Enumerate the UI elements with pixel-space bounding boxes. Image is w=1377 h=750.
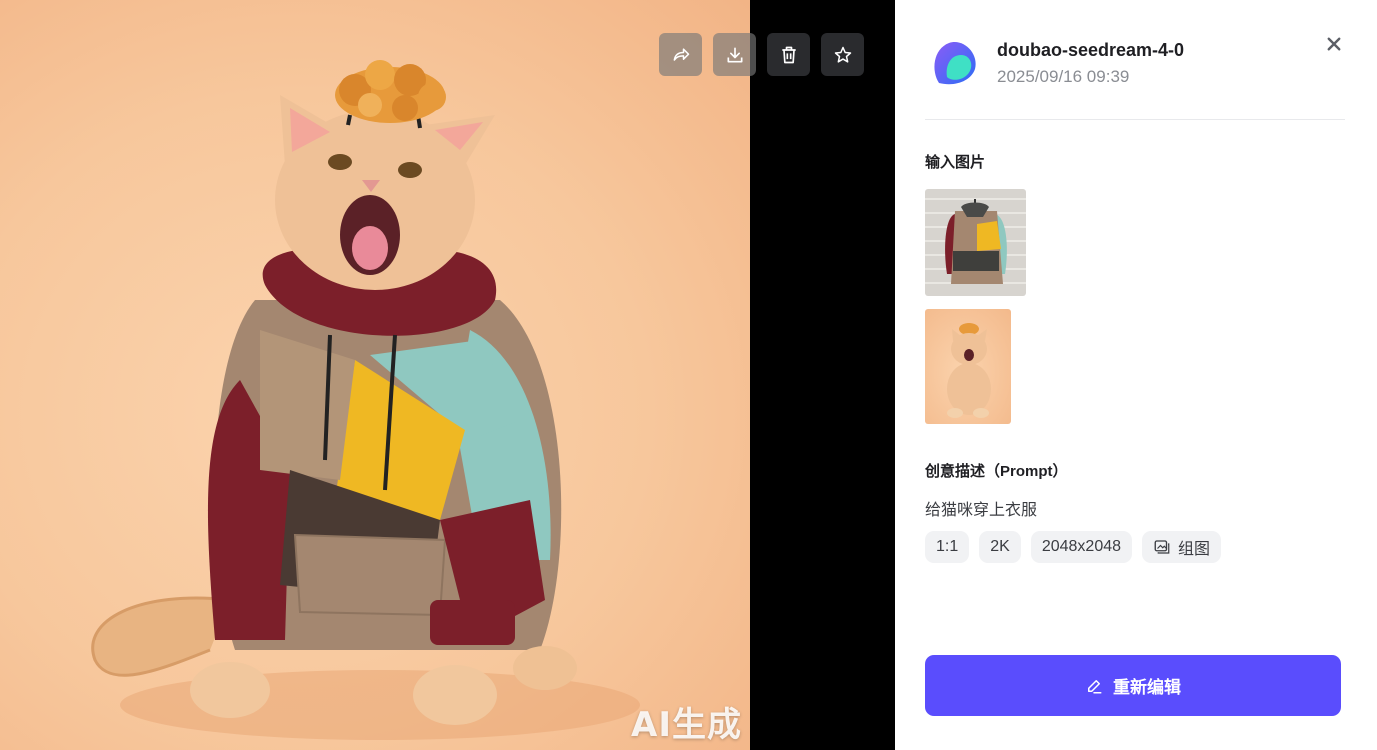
favorite-button[interactable]: [821, 33, 864, 76]
model-header: doubao-seedream-4-0 2025/09/16 09:39: [925, 33, 1184, 93]
edit-pencil-icon: [1088, 679, 1102, 693]
input-image-hoodie[interactable]: [925, 189, 1026, 296]
download-icon: [727, 47, 742, 63]
cat-illustration: [91, 60, 640, 740]
generation-params: 1:1 2K 2048x2048 组图: [925, 531, 1222, 563]
group-tag: 组图: [1142, 531, 1222, 563]
close-button[interactable]: [1323, 33, 1345, 55]
size-tag: 2048x2048: [1030, 531, 1133, 563]
model-name: doubao-seedream-4-0: [997, 39, 1185, 60]
generated-image[interactable]: AI生成: [0, 0, 750, 750]
image-toolbar: [659, 33, 864, 76]
close-icon: [1327, 37, 1341, 51]
star-icon: [834, 46, 851, 63]
ratio-tag: 1:1: [925, 531, 970, 563]
reedit-button[interactable]: 重新编辑: [925, 655, 1341, 716]
image-group-icon: [1154, 540, 1170, 554]
detail-panel: doubao-seedream-4-0 2025/09/16 09:39 输入图…: [895, 0, 1377, 750]
model-logo-icon: [934, 42, 976, 85]
generation-date: 2025/09/16 09:39: [997, 66, 1130, 86]
delete-button[interactable]: [767, 33, 810, 76]
quality-tag: 2K: [979, 531, 1021, 563]
download-button[interactable]: [713, 33, 756, 76]
divider: [925, 119, 1345, 120]
prompt-text: 给猫咪穿上衣服: [925, 502, 1038, 519]
input-images-title: 输入图片: [925, 154, 986, 171]
ai-generated-watermark: AI生成: [631, 705, 742, 745]
prompt-title: 创意描述（Prompt）: [925, 463, 1068, 480]
share-button[interactable]: [659, 33, 702, 76]
image-viewer: AI生成: [0, 0, 895, 750]
share-icon: [673, 47, 689, 61]
trash-icon: [781, 46, 796, 63]
input-image-cat[interactable]: [925, 309, 1011, 424]
